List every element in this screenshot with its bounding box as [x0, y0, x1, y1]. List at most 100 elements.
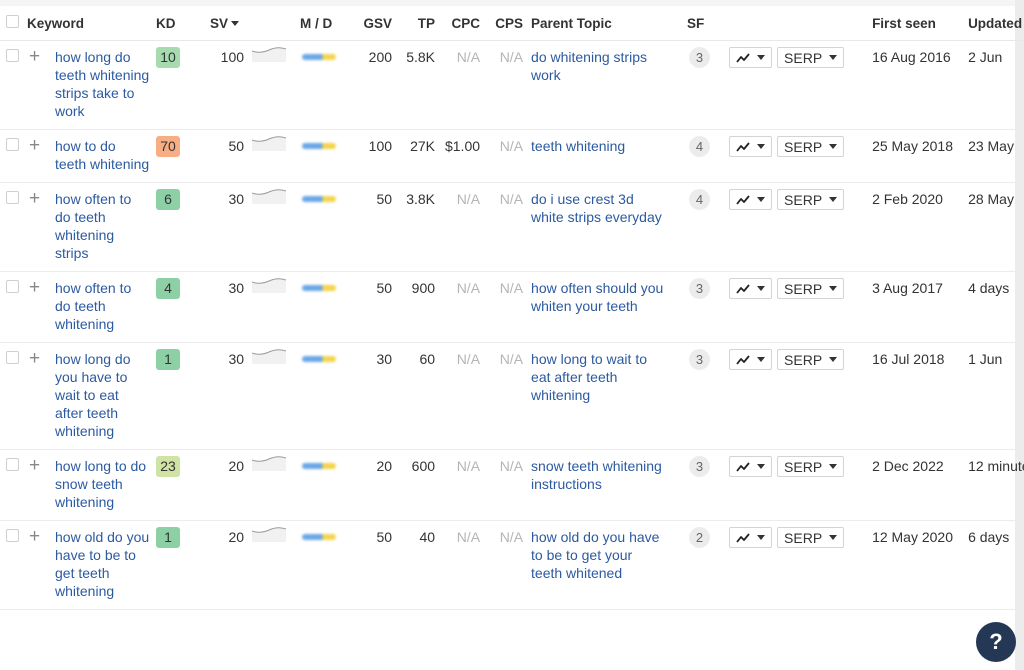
sv-trend-sparkline[interactable]	[251, 526, 287, 542]
add-to-list-icon[interactable]: +	[29, 136, 40, 155]
help-button[interactable]: ?	[976, 622, 1016, 662]
serp-dropdown[interactable]: SERP	[777, 527, 845, 548]
row-checkbox[interactable]	[6, 191, 19, 204]
parent-topic-link[interactable]: snow teeth whitening instructions	[531, 457, 667, 493]
cps-value: N/A	[499, 191, 524, 207]
row-checkbox[interactable]	[6, 138, 19, 151]
row-checkbox[interactable]	[6, 458, 19, 471]
sv-trend-sparkline[interactable]	[251, 46, 287, 62]
col-tp[interactable]: TP	[392, 6, 436, 41]
add-to-list-icon[interactable]: +	[29, 47, 40, 66]
col-sv[interactable]: SV	[205, 6, 299, 41]
cps-value: N/A	[499, 529, 524, 545]
table-row: + how old do you have to be to get teeth …	[0, 520, 1024, 610]
sv-trend-sparkline[interactable]	[251, 135, 287, 151]
serp-dropdown[interactable]: SERP	[777, 278, 845, 299]
cps-value: N/A	[499, 49, 524, 65]
position-history-dropdown[interactable]	[729, 278, 773, 299]
serp-features-count[interactable]: 3	[689, 278, 711, 299]
parent-topic-link[interactable]: teeth whitening	[531, 137, 667, 155]
position-history-dropdown[interactable]	[729, 47, 773, 68]
sv-trend-sparkline[interactable]	[251, 348, 287, 364]
row-checkbox[interactable]	[6, 280, 19, 293]
serp-dropdown[interactable]: SERP	[777, 47, 845, 68]
keyword-link[interactable]: how long do you have to wait to eat afte…	[55, 350, 150, 440]
col-updated[interactable]: Updated	[960, 6, 1024, 41]
serp-dropdown[interactable]: SERP	[777, 456, 845, 477]
kd-badge: 70	[156, 136, 181, 157]
serp-dropdown[interactable]: SERP	[777, 349, 845, 370]
serp-features-count[interactable]: 4	[689, 136, 711, 157]
row-checkbox[interactable]	[6, 529, 19, 542]
serp-features-count[interactable]: 3	[689, 47, 711, 68]
cpc-value: N/A	[456, 529, 481, 545]
mobile-desktop-bar[interactable]	[302, 285, 337, 291]
keyword-link[interactable]: how long to do snow teeth whitening	[55, 457, 150, 511]
add-to-list-icon[interactable]: +	[29, 456, 40, 475]
serp-dropdown[interactable]: SERP	[777, 136, 845, 157]
position-history-dropdown[interactable]	[729, 189, 773, 210]
serp-dropdown[interactable]: SERP	[777, 189, 845, 210]
gsv-value: 20	[376, 458, 393, 474]
position-history-dropdown[interactable]	[729, 349, 773, 370]
add-to-list-icon[interactable]: +	[29, 278, 40, 297]
kd-badge: 1	[156, 349, 181, 370]
serp-features-count[interactable]: 2	[689, 527, 711, 548]
keyword-link[interactable]: how long do teeth whitening strips take …	[55, 48, 150, 120]
cpc-value: N/A	[456, 458, 481, 474]
kd-badge: 1	[156, 527, 181, 548]
serp-label: SERP	[784, 351, 823, 368]
col-parent-topic[interactable]: Parent Topic	[523, 6, 688, 41]
parent-topic-link[interactable]: how often should you whiten your teeth	[531, 279, 667, 315]
parent-topic-link[interactable]: how long to wait to eat after teeth whit…	[531, 350, 667, 404]
chevron-down-icon	[829, 197, 838, 202]
col-md-label: M / D	[300, 15, 333, 31]
tp-value: 3.8K	[406, 191, 436, 207]
row-checkbox[interactable]	[6, 351, 19, 364]
cps-value: N/A	[499, 138, 524, 154]
first-seen-date: 12 May 2020	[872, 529, 954, 545]
row-checkbox[interactable]	[6, 49, 19, 62]
add-to-list-icon[interactable]: +	[29, 527, 40, 546]
sv-trend-sparkline[interactable]	[251, 277, 287, 293]
select-all-checkbox[interactable]	[6, 15, 19, 28]
serp-features-count[interactable]: 3	[689, 456, 711, 477]
serp-features-count[interactable]: 3	[689, 349, 711, 370]
mobile-desktop-bar[interactable]	[302, 356, 337, 362]
col-first-seen[interactable]: First seen	[864, 6, 961, 41]
mobile-desktop-bar[interactable]	[302, 143, 337, 149]
col-cps[interactable]: CPS	[480, 6, 524, 41]
col-sf-label: SF	[687, 15, 705, 31]
mobile-desktop-bar[interactable]	[302, 196, 337, 202]
parent-topic-link[interactable]: do i use crest 3d white strips everyday	[531, 190, 667, 226]
parent-topic-link[interactable]: how old do you have to be to get your te…	[531, 528, 667, 582]
keyword-link[interactable]: how often to do teeth whitening strips	[55, 190, 150, 262]
add-to-list-icon[interactable]: +	[29, 349, 40, 368]
table-row: + how often to do teeth whitening 4 30 50 900…	[0, 271, 1024, 343]
serp-features-count[interactable]: 4	[689, 189, 711, 210]
mobile-desktop-bar[interactable]	[302, 534, 337, 540]
cpc-value: N/A	[456, 191, 481, 207]
add-to-list-icon[interactable]: +	[29, 189, 40, 208]
parent-topic-link[interactable]: do whitening strips work	[531, 48, 667, 84]
position-history-dropdown[interactable]	[729, 136, 773, 157]
sv-trend-sparkline[interactable]	[251, 455, 287, 471]
mobile-desktop-bar[interactable]	[302, 463, 337, 469]
col-kd[interactable]: KD	[156, 6, 206, 41]
col-keyword[interactable]: Keyword	[27, 6, 157, 41]
col-md[interactable]: M / D	[298, 6, 354, 41]
col-updated-label: Updated	[968, 15, 1023, 31]
col-sf[interactable]: SF	[687, 6, 865, 41]
keyword-link[interactable]: how to do teeth whitening	[55, 137, 150, 173]
mobile-desktop-bar[interactable]	[302, 54, 337, 60]
position-history-dropdown[interactable]	[729, 527, 773, 548]
tp-value: 600	[411, 458, 436, 474]
cps-value: N/A	[499, 351, 524, 367]
col-cpc[interactable]: CPC	[435, 6, 481, 41]
sv-trend-sparkline[interactable]	[251, 188, 287, 204]
position-history-dropdown[interactable]	[729, 456, 773, 477]
keyword-link[interactable]: how old do you have to be to get teeth w…	[55, 528, 150, 600]
tp-value: 900	[411, 280, 436, 296]
col-gsv[interactable]: GSV	[353, 6, 393, 41]
keyword-link[interactable]: how often to do teeth whitening	[55, 279, 150, 333]
